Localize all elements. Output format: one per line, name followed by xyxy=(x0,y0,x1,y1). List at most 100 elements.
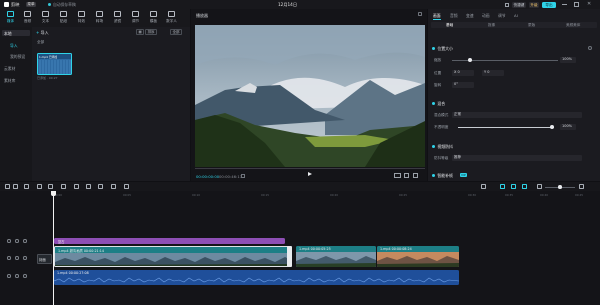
video-preview[interactable] xyxy=(195,25,425,167)
tab-inspector-adjust[interactable]: 调节 xyxy=(498,13,506,19)
rotate-field[interactable]: 0° xyxy=(452,82,474,88)
nav-item-local[interactable]: 本地 xyxy=(4,31,12,37)
speaker-icon[interactable] xyxy=(15,274,19,278)
opacity-knob[interactable] xyxy=(550,125,554,129)
rotate-icon[interactable] xyxy=(111,184,116,189)
opacity-slider[interactable] xyxy=(458,127,554,128)
tab-inspector-audio[interactable]: 音频 xyxy=(450,13,458,19)
tab-ai[interactable]: AI xyxy=(514,13,518,18)
position-x-field[interactable]: X 0 xyxy=(452,70,474,76)
zoom-knob[interactable] xyxy=(558,185,562,189)
lock-icon[interactable] xyxy=(7,239,11,243)
tab-animation[interactable]: 动画 xyxy=(482,13,490,19)
eye-icon[interactable] xyxy=(15,239,19,243)
zoom-out-icon[interactable] xyxy=(537,184,542,189)
reverse-icon[interactable] xyxy=(86,184,91,189)
opacity-field[interactable]: 100% xyxy=(560,124,576,130)
scale-field[interactable]: 100% xyxy=(560,57,576,63)
freeze-icon[interactable] xyxy=(74,184,79,189)
nav-item-library[interactable]: 素材库 xyxy=(4,78,15,84)
player-menu-icon[interactable] xyxy=(418,12,422,16)
link-icon[interactable] xyxy=(500,184,505,189)
crop-icon[interactable] xyxy=(404,173,409,178)
video-clip[interactable]: 1.mp4 超清画质 00:00:21:14 xyxy=(54,246,290,267)
section-ai-frame[interactable]: 智能补帧 xyxy=(432,173,453,179)
fullscreen-icon[interactable] xyxy=(413,173,418,178)
import-button[interactable]: + 导入 xyxy=(36,30,49,36)
crop-icon[interactable] xyxy=(124,184,129,189)
fullscreen-preview-icon[interactable] xyxy=(241,173,245,178)
video-clip[interactable]: 1.mp4 00:00:08:24 xyxy=(377,246,459,267)
lock-icon[interactable] xyxy=(7,274,11,278)
project-name[interactable]: 12月14日 xyxy=(278,2,297,8)
select-icon[interactable] xyxy=(5,184,10,189)
preview-axis-icon[interactable] xyxy=(522,184,527,189)
section-position[interactable]: 位置大小 xyxy=(432,46,453,52)
mirror-icon[interactable] xyxy=(98,184,103,189)
layout-icon[interactable] xyxy=(505,2,509,7)
microphone-icon[interactable] xyxy=(481,184,486,189)
subtab-cutout[interactable]: 抠像 xyxy=(488,23,495,28)
zoom-in-icon[interactable] xyxy=(579,184,584,189)
progress-bar[interactable] xyxy=(195,168,425,169)
menu-button[interactable]: 菜单 xyxy=(26,1,36,8)
view-toggle[interactable]: ▦ xyxy=(136,29,145,35)
nav-item-cloud[interactable]: 云素材 xyxy=(4,66,15,72)
nav-item-presets[interactable]: 我的预设 xyxy=(10,54,25,60)
snap-icon[interactable] xyxy=(511,184,516,189)
tab-speed[interactable]: 变速 xyxy=(466,13,474,19)
sort-button[interactable]: 排序 xyxy=(145,29,157,35)
sort-label: 排序 xyxy=(147,30,155,34)
section-stabilize[interactable]: 视频防抖 xyxy=(432,144,453,150)
visibility-icon[interactable] xyxy=(23,239,27,243)
split-icon[interactable] xyxy=(37,184,42,189)
reset-icon[interactable] xyxy=(588,46,592,50)
tab-sticker[interactable]: 贴纸 xyxy=(55,11,72,25)
undo-icon[interactable] xyxy=(13,184,18,189)
playhead-handle-icon[interactable] xyxy=(51,191,56,196)
nav-item-import[interactable]: 导入 xyxy=(10,43,18,49)
media-thumbnail[interactable]: 1.mp4 已添加 xyxy=(37,53,72,75)
clip-trim-handle[interactable] xyxy=(287,246,292,267)
tab-filter[interactable]: 滤镜 xyxy=(109,11,126,25)
maximize-icon[interactable] xyxy=(574,2,579,7)
aspect-ratio-icon[interactable] xyxy=(394,173,401,178)
filter-dropdown[interactable]: 全部 xyxy=(170,29,182,35)
effect-clip[interactable]: 复古 xyxy=(54,238,285,244)
subtab-beauty[interactable]: 美颜美体 xyxy=(566,23,580,28)
subtab-mask[interactable]: 蒙版 xyxy=(528,23,535,28)
visibility-icon[interactable] xyxy=(23,256,27,260)
delete-icon[interactable] xyxy=(61,184,66,189)
tab-text[interactable]: 文本 xyxy=(37,11,54,25)
position-y-field[interactable]: Y 0 xyxy=(482,70,504,76)
app-logo-icon xyxy=(4,2,9,7)
tab-adjust[interactable]: 调节 xyxy=(127,11,144,25)
toggle-on-icon xyxy=(432,102,436,106)
tab-transition[interactable]: 转场 xyxy=(91,11,108,25)
section-blend[interactable]: 混合 xyxy=(432,101,445,107)
redo-icon[interactable] xyxy=(24,184,29,189)
stabilize-dropdown[interactable]: 推荐 xyxy=(452,155,582,161)
subtab-basic[interactable]: 基础 xyxy=(446,23,453,28)
close-icon[interactable]: ✕ xyxy=(587,1,591,7)
minimize-icon[interactable] xyxy=(562,4,567,5)
playhead[interactable] xyxy=(53,191,54,305)
play-icon[interactable] xyxy=(308,172,312,176)
tab-template[interactable]: 模板 xyxy=(145,11,162,25)
scale-knob[interactable] xyxy=(468,58,472,62)
delete-left-icon[interactable] xyxy=(48,184,53,189)
tab-effect[interactable]: 特效 xyxy=(73,11,90,25)
shortcut-button[interactable]: 快捷键 xyxy=(512,1,526,8)
lock-icon[interactable] xyxy=(7,256,11,260)
export-button[interactable]: 导出 xyxy=(542,1,556,8)
blend-mode-dropdown[interactable]: 正常 xyxy=(452,112,582,118)
visibility-icon[interactable] xyxy=(23,274,27,278)
tab-avatar[interactable]: 数字人 xyxy=(163,11,180,25)
eye-icon[interactable] xyxy=(15,256,19,260)
video-clip[interactable]: 1.mp4 00:00:05:25 xyxy=(296,246,376,267)
tab-media[interactable]: 媒体 xyxy=(2,11,19,25)
audio-clip[interactable]: 1.mp4 00:00:27:08 xyxy=(54,270,459,285)
upgrade-button[interactable]: 升级 xyxy=(529,1,539,8)
tab-audio[interactable]: 音频 xyxy=(19,11,36,25)
inspector-panel: 画面 音频 变速 动画 调节 AI 基础 抠像 蒙版 美颜美体 位置大小 缩放 … xyxy=(428,9,600,181)
